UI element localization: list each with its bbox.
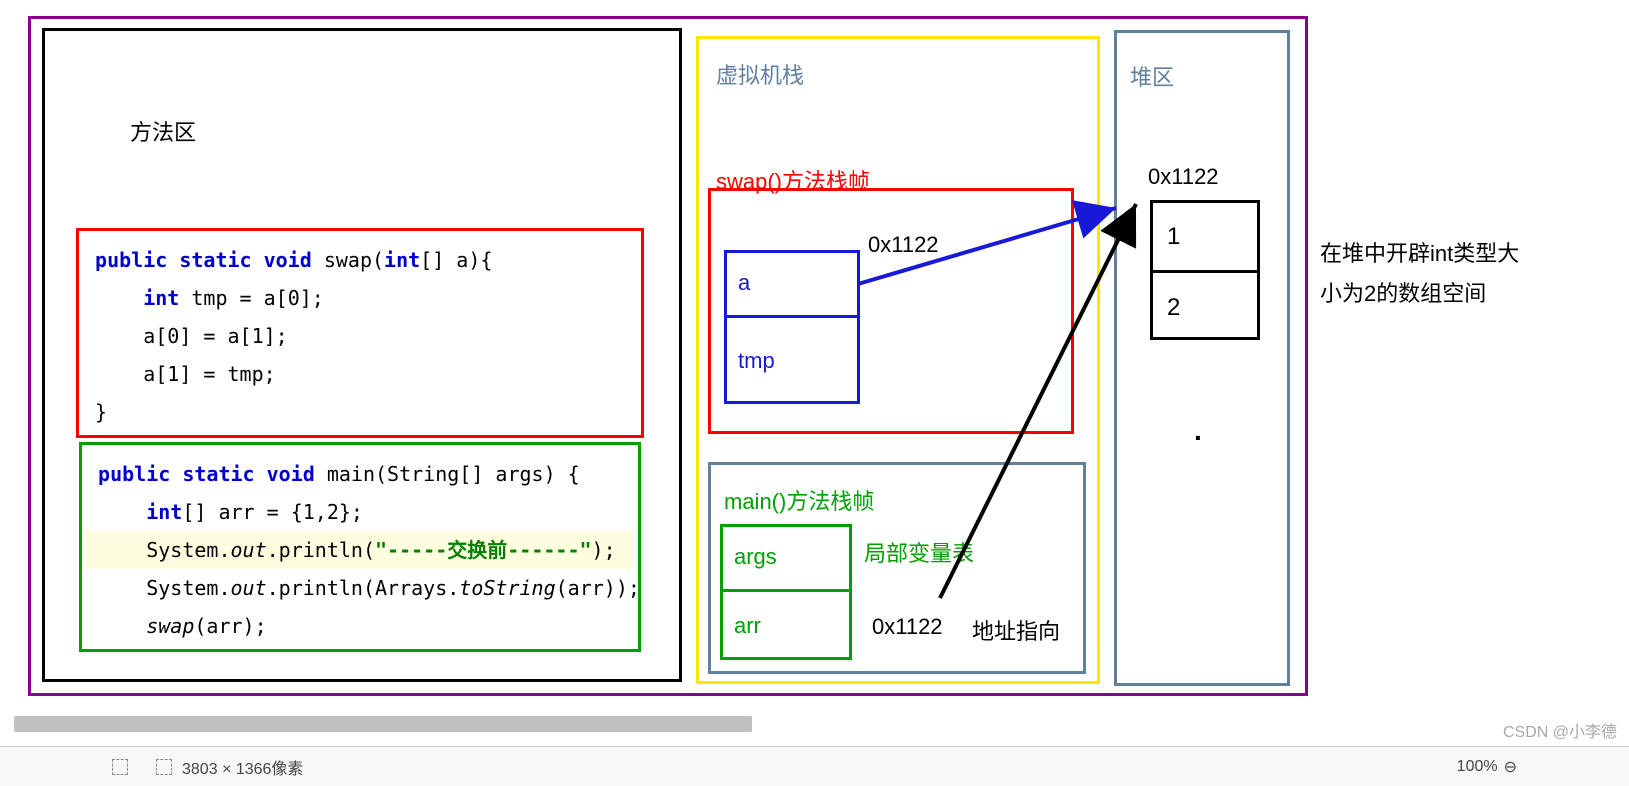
heap-address: 0x1122 [1148,164,1219,190]
heap-cell-0: 1 [1153,203,1257,273]
swap-code: public static void swap(int[] a){ int tm… [79,231,641,441]
local-var-table-label: 局部变量表 [864,536,974,568]
swap-code-box: public static void swap(int[] a){ int tm… [76,228,644,438]
main-var-args: args [720,524,852,592]
annotation-line-1: 在堆中开辟int类型大 [1320,234,1519,274]
horizontal-scrollbar-thumb[interactable] [14,716,752,732]
statusbar-dimensions: 3803 × 1366像素 [156,755,303,779]
address-pointer-label: 地址指向 [972,614,1060,646]
annotation-line-2: 小为2的数组空间 [1320,274,1519,314]
crop-icon [112,759,128,775]
swap-var-tmp: tmp [724,318,860,404]
heap-title: 堆区 [1130,60,1174,92]
statusbar-zoom[interactable]: 100% ⊖ [1457,757,1517,777]
watermark: CSDN @小李德 [1503,718,1617,742]
heap-cell-1: 2 [1153,273,1257,343]
main-frame-title: main()方法栈帧 [724,484,874,516]
heap-box [1114,30,1290,686]
main-code-box: public static void main(String[] args) {… [79,442,641,652]
heap-annotation: 在堆中开辟int类型大 小为2的数组空间 [1320,234,1519,313]
zoom-text: 100% [1457,758,1498,776]
dimensions-icon [156,759,172,775]
main-var-arr: arr [720,592,852,660]
main-code: public static void main(String[] args) {… [82,445,638,655]
statusbar-crop-tool[interactable] [112,759,132,775]
main-frame-address: 0x1122 [872,614,943,640]
swap-var-a: a [724,250,860,318]
zoom-minus-icon[interactable]: ⊖ [1504,757,1517,777]
dimensions-text: 3803 × 1366像素 [182,755,303,779]
vm-stack-title: 虚拟机栈 [716,58,804,90]
heap-dot: · [1194,422,1203,454]
swap-frame-address: 0x1122 [868,232,939,258]
heap-array: 1 2 [1150,200,1260,340]
method-area-title: 方法区 [130,115,196,147]
status-bar: 3803 × 1366像素 100% ⊖ [0,746,1629,786]
